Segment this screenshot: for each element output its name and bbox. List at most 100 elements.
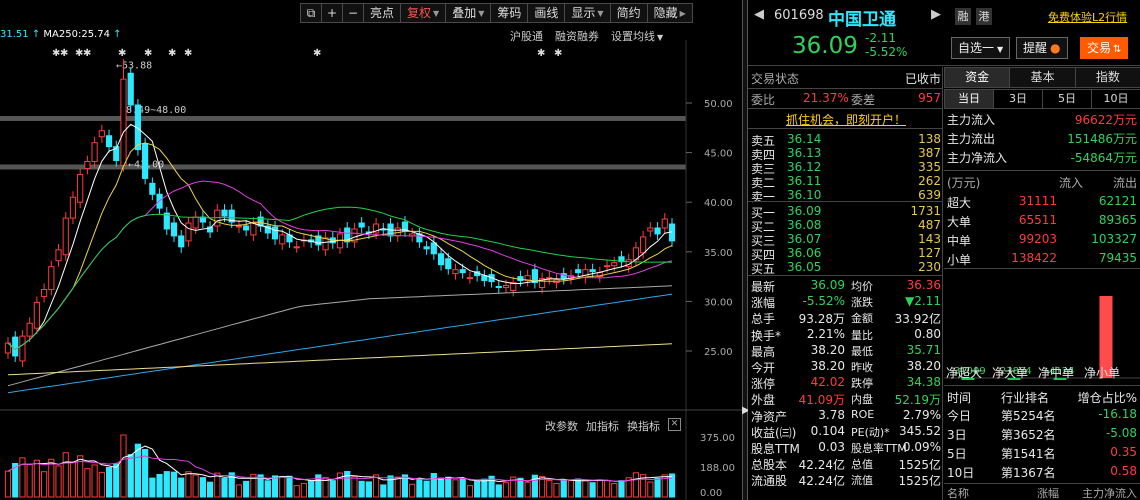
stat-value: 38.20 (906, 359, 941, 373)
candle-body (661, 218, 668, 229)
add-indicator-button[interactable]: 加指标 (586, 418, 619, 434)
ma20-line (7, 180, 673, 351)
ask-level-row[interactable]: 卖二 36.11 262 (751, 174, 941, 190)
zoom-in-button[interactable]: + (321, 3, 343, 23)
tab-index[interactable]: 指数 (1074, 67, 1140, 88)
tab-basic[interactable]: 基本 (1009, 67, 1076, 88)
toolbar-highlight-button[interactable]: 亮点 (363, 3, 402, 23)
main-flow-row: 主力流入 96622万元 (947, 111, 1137, 127)
switch-indicator-button[interactable]: 换指标 (627, 418, 660, 434)
zoom-out-button[interactable]: − (342, 3, 364, 23)
chevron-down-icon: ▼ (478, 8, 485, 18)
ranking-time: 5日 (947, 447, 967, 461)
bid-level-row[interactable]: 买一 36.09 1731 (751, 204, 941, 220)
promo-link[interactable]: 抓住机会，即刻开户！ (751, 111, 941, 127)
bid-level-row[interactable]: 买二 36.08 487 (751, 218, 941, 234)
footer-change[interactable]: 涨幅 (1037, 485, 1059, 500)
alert-button[interactable]: 提醒 ● (1016, 37, 1068, 59)
link-ma-settings[interactable]: 设置均线 ▼ (611, 28, 663, 44)
candle-body (221, 209, 228, 217)
event-marker-icon[interactable]: ✱ (554, 48, 562, 59)
stat-label: PE(动)* (851, 425, 890, 439)
ask-level-row[interactable]: 卖五 36.14 138 (751, 132, 941, 148)
bid-price: 36.06 (787, 246, 822, 260)
flow-out-value: 89365 (1098, 213, 1137, 227)
volume-bar (105, 466, 113, 498)
toolbar-hide-button[interactable]: 隐藏 ▶ (646, 3, 693, 23)
footer-name[interactable]: 名称 (947, 487, 969, 500)
stat-label: 涨停 (751, 377, 776, 392)
kline-chart-area[interactable]: 50.00 45.00 40.00 35.00 30.00 25.00 375.00 188.… (0, 0, 742, 500)
tab-today[interactable]: 当日 (944, 89, 994, 109)
stat-label: ROE (851, 407, 875, 421)
edit-params-button[interactable]: 改参数 (545, 418, 578, 434)
candle-body (243, 225, 250, 231)
toolbar-overlay-button[interactable]: 叠加 ▼ (445, 3, 492, 23)
main-flow-value: 96622万元 (1074, 113, 1137, 127)
close-icon[interactable]: ✕ (668, 418, 681, 431)
toolbar-display-label: 显示 (571, 6, 596, 20)
stat-label: 总手 (751, 312, 776, 327)
link-margin[interactable]: 融资融券 (555, 28, 599, 44)
stat-value: ▼2.11 (905, 294, 941, 309)
volume-bar (185, 471, 192, 498)
bid-level-row[interactable]: 买四 36.06 127 (751, 246, 941, 262)
event-marker-icon[interactable]: ✱ (537, 48, 545, 59)
trade-status-label: 交易状态 (751, 72, 800, 86)
ask-price: 36.14 (787, 132, 822, 146)
event-marker-icon[interactable]: ✱ (60, 48, 68, 59)
event-marker-icon[interactable]: ✱ (168, 48, 176, 59)
bid-level-row[interactable]: 买五 36.05 230 (751, 260, 941, 276)
volume-bar (149, 477, 156, 498)
toolbar-adjust-button[interactable]: 复权 ▼ (400, 3, 447, 23)
footer-netflow[interactable]: 主力净流入 (1082, 485, 1137, 500)
ranking-ratio-header: 增仓占比% (1077, 391, 1137, 405)
free-trial-link[interactable]: 免费体验L2行情 (1048, 9, 1127, 25)
tab-10day[interactable]: 10日 (1091, 89, 1140, 109)
event-marker-icon[interactable]: ✱ (313, 48, 321, 59)
bid-volume: 487 (918, 218, 941, 232)
toolbar-chips-button[interactable]: 筹码 (490, 3, 529, 23)
link-hk-connect[interactable]: 沪股通 (510, 28, 543, 44)
ask-level-row[interactable]: 卖四 36.13 387 (751, 146, 941, 162)
volume-bar (127, 454, 134, 498)
toolbar-display-button[interactable]: 显示 ▼ (564, 3, 611, 23)
tab-3day[interactable]: 3日 (993, 89, 1043, 109)
volume-bar (654, 477, 661, 498)
divider (944, 170, 1140, 171)
divider (748, 201, 943, 202)
candle-body (293, 246, 300, 249)
chart-links: 沪股通 融资融券 设置均线 ▼ (510, 28, 663, 44)
event-marker-icon[interactable]: ✱ (83, 48, 91, 59)
watchlist-button[interactable]: 自选一 ▼ (951, 37, 1011, 59)
toolbar-overlay-label: 叠加 (452, 6, 477, 20)
volume-bar (308, 480, 315, 498)
trade-button[interactable]: 交易 ⇅ (1080, 37, 1129, 59)
stat-value: 93.28万 (798, 312, 845, 327)
prev-stock-icon[interactable]: ◀ (754, 7, 764, 22)
bid-level-row[interactable]: 买三 36.07 143 (751, 232, 941, 248)
ranking-row: 3日 第3652名 -5.08 (947, 426, 1137, 442)
toolbar-draw-button[interactable]: 画线 (527, 3, 566, 23)
change-value: -2.11 (865, 31, 897, 45)
flow-in-value: 99203 (1018, 232, 1057, 246)
volume-bar (589, 482, 596, 498)
candle-body (250, 222, 257, 236)
next-stock-icon[interactable]: ▶ (931, 7, 941, 22)
main-flow-row: 主力净流入 -54864万元 (947, 149, 1137, 165)
event-marker-icon[interactable]: ✱ (184, 48, 192, 59)
stat-value: 42.24亿 (798, 458, 845, 473)
toolbar-simple-button[interactable]: 简约 (609, 3, 648, 23)
volume-bar (452, 479, 459, 498)
candle-body (33, 301, 40, 329)
event-marker-icon[interactable]: ✱ (118, 48, 126, 59)
stat-label: 最新 (751, 280, 776, 294)
tab-capital[interactable]: 资金 (944, 67, 1011, 88)
ask-level-row[interactable]: 卖三 36.12 335 (751, 160, 941, 176)
capital-flow-tabs: 资金 基本 指数 (944, 67, 1140, 88)
candle-body (603, 265, 611, 268)
alert-label: 提醒 (1023, 41, 1048, 55)
window-icon[interactable]: ⧉ (300, 3, 322, 23)
event-marker-icon[interactable]: ✱ (144, 48, 152, 59)
tab-5day[interactable]: 5日 (1042, 89, 1092, 109)
